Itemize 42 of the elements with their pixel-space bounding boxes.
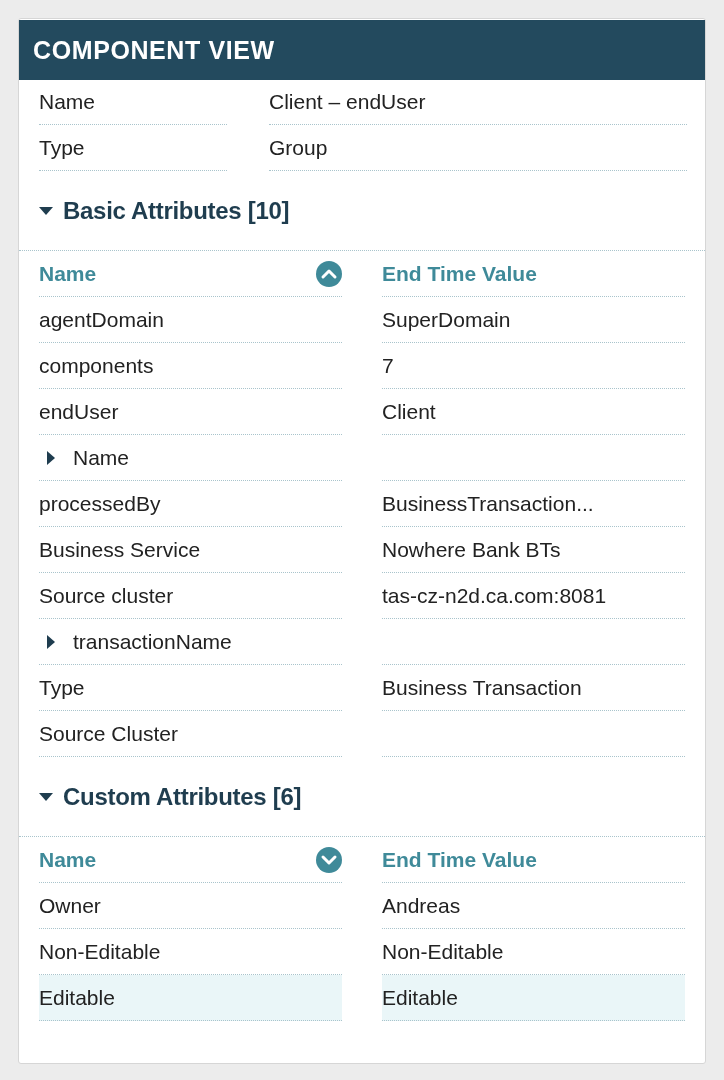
attribute-value: Client bbox=[382, 399, 436, 424]
attribute-value: Andreas bbox=[382, 893, 461, 918]
section-title: Custom Attributes [6] bbox=[63, 782, 302, 811]
property-label: Name bbox=[39, 80, 227, 125]
column-header[interactable]: Name bbox=[39, 261, 97, 286]
selected-cell[interactable]: Editable bbox=[39, 975, 342, 1021]
property-label: Type bbox=[39, 125, 227, 171]
caret-down-icon[interactable] bbox=[39, 792, 53, 801]
attribute-value: BusinessTransaction... bbox=[382, 491, 594, 516]
attribute-name: components bbox=[39, 353, 154, 378]
attribute-name: endUser bbox=[39, 399, 119, 424]
column-header[interactable]: End Time Value bbox=[382, 261, 537, 286]
attribute-name: processedBy bbox=[39, 491, 161, 516]
attribute-value: Non-Editable bbox=[382, 939, 504, 964]
attribute-value: Nowhere Bank BTs bbox=[382, 537, 561, 562]
attribute-name: Source cluster bbox=[39, 583, 174, 608]
attribute-name: transactionName bbox=[73, 629, 232, 654]
panel-header: COMPONENT VIEW bbox=[19, 20, 705, 80]
attribute-name: Name bbox=[73, 445, 130, 470]
selected-cell[interactable]: Editable bbox=[382, 975, 685, 1021]
caret-down-icon[interactable] bbox=[39, 206, 53, 215]
chevron-up-icon[interactable] bbox=[316, 260, 342, 287]
property-value: Group bbox=[269, 125, 687, 171]
attribute-name: Non-Editable bbox=[39, 939, 161, 964]
attribute-value: Editable bbox=[382, 985, 458, 1010]
attribute-name: Source Cluster bbox=[39, 721, 178, 746]
column-header[interactable]: Name bbox=[39, 847, 97, 872]
attribute-name: Owner bbox=[39, 893, 101, 918]
attribute-value: tas-cz-n2d.ca.com:8081 bbox=[382, 583, 607, 608]
attribute-value: Business Transaction bbox=[382, 675, 582, 700]
section-title: Basic Attributes [10] bbox=[63, 196, 290, 225]
chevron-down-icon[interactable] bbox=[316, 846, 342, 873]
column-header[interactable]: End Time Value bbox=[382, 847, 537, 872]
attribute-name: Business Service bbox=[39, 537, 201, 562]
caret-right-icon[interactable] bbox=[47, 634, 55, 649]
attribute-value: SuperDomain bbox=[382, 307, 511, 332]
attribute-name: agentDomain bbox=[39, 307, 164, 332]
attribute-name: Type bbox=[39, 675, 85, 700]
attribute-value: 7 bbox=[382, 353, 394, 378]
attribute-name: Editable bbox=[39, 985, 115, 1010]
property-value: Client – endUser bbox=[269, 80, 687, 125]
caret-right-icon[interactable] bbox=[47, 450, 55, 465]
